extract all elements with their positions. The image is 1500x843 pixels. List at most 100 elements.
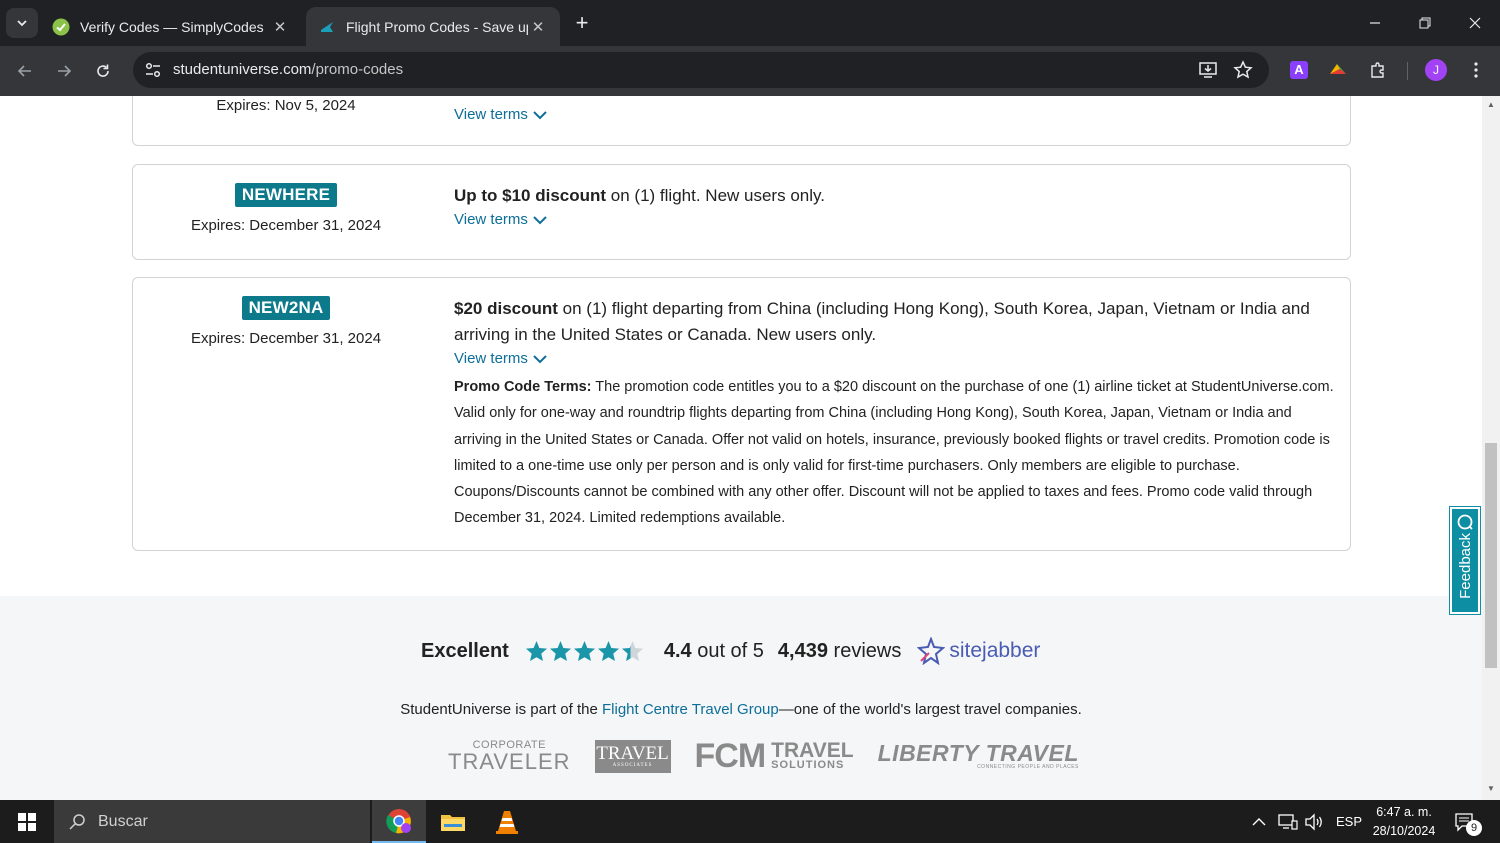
extension-a-icon[interactable]: A — [1288, 59, 1310, 81]
tab-title: Flight Promo Codes - Save up to — [346, 18, 528, 35]
tray-overflow-button[interactable] — [1252, 800, 1266, 843]
install-app-icon[interactable] — [1198, 60, 1218, 80]
close-tab-icon[interactable]: ✕ — [528, 18, 548, 36]
more-vertical-icon — [1474, 62, 1478, 78]
promo-terms: Promo Code Terms: The promotion code ent… — [454, 374, 1339, 532]
close-tab-icon[interactable]: ✕ — [270, 18, 290, 36]
chevron-down-icon — [17, 20, 27, 27]
rating-star-icon — [525, 640, 547, 662]
view-terms-link[interactable]: View terms — [454, 211, 547, 228]
feedback-button[interactable]: Feedback — [1450, 507, 1480, 614]
close-icon — [1469, 17, 1481, 29]
address-bar[interactable]: studentuniverse.com/promo-codes — [133, 52, 1269, 88]
chevron-up-icon — [1252, 817, 1266, 825]
rating-star-icon — [621, 640, 643, 662]
clock-time: 6:47 a. m. — [1376, 805, 1432, 819]
profile-avatar[interactable]: J — [1425, 59, 1447, 81]
view-terms-link[interactable]: View terms — [454, 106, 547, 123]
feedback-label: Feedback — [1456, 533, 1474, 599]
language-indicator[interactable]: ESP — [1336, 800, 1362, 843]
group-prefix: StudentUniverse is part of the — [400, 701, 602, 718]
clock-date: 28/10/2024 — [1372, 824, 1436, 838]
extensions-button[interactable] — [1367, 59, 1389, 81]
arrow-left-icon — [17, 65, 31, 77]
tab-studentuniverse[interactable]: Flight Promo Codes - Save up to ✕ — [306, 7, 560, 46]
bookmark-star-icon[interactable] — [1233, 60, 1253, 80]
network-icon — [1278, 813, 1298, 830]
windows-taskbar: Buscar ESP 6:47 a. m. 28/10/2024 9 — [0, 800, 1500, 843]
promo-card-newhere: NEWHERE Expires: December 31, 2024 Up to… — [132, 164, 1351, 260]
simplycodes-favicon-icon — [52, 18, 70, 36]
liberty-travel-logo: LIBERTY TRAVEL CONNECTING PEOPLE AND PLA… — [877, 740, 1079, 770]
taskbar-file-explorer[interactable] — [426, 800, 480, 843]
review-count-value: 4,439 — [777, 639, 828, 662]
vlc-cone-icon — [496, 810, 518, 834]
url-text: studentuniverse.com/promo-codes — [173, 61, 403, 78]
promo-code-column: Expires: Nov 5, 2024 — [133, 96, 439, 114]
page-viewport: Expires: Nov 5, 2024 View terms NEWHERE … — [0, 96, 1482, 800]
view-terms-link[interactable]: View terms — [454, 350, 547, 367]
review-count-suffix: reviews — [827, 639, 902, 662]
promo-code-badge[interactable]: NEW2NA — [241, 296, 331, 320]
promo-card-new2na: NEW2NA Expires: December 31, 2024 $20 di… — [132, 277, 1351, 551]
windows-logo-icon — [18, 812, 36, 831]
view-terms-label: View terms — [454, 350, 528, 367]
reload-icon — [97, 64, 109, 77]
footer-trust-section: Excellent 4.4 out of 5 4,439 reviews sit… — [0, 596, 1482, 800]
site-settings-icon[interactable] — [143, 60, 163, 80]
taskbar-search-box[interactable]: Buscar — [54, 800, 370, 843]
browser-tab-bar: Verify Codes — SimplyCodes ✕ Flight Prom… — [0, 0, 1500, 46]
notification-center-button[interactable]: 9 — [1454, 800, 1482, 843]
back-button[interactable] — [11, 57, 39, 85]
rating-score-suffix: out of 5 — [691, 639, 764, 662]
tab-search-button[interactable] — [6, 8, 38, 38]
travel-associates-logo: TRAVEL ASSOCIATES — [594, 739, 671, 773]
group-suffix: —one of the world's largest travel compa… — [778, 701, 1082, 718]
chrome-icon — [386, 808, 411, 833]
promo-code-badge[interactable]: NEWHERE — [234, 183, 338, 207]
sitejabber-rating[interactable]: Excellent 4.4 out of 5 4,439 reviews sit… — [421, 636, 1040, 666]
extension-colorful-icon[interactable] — [1327, 59, 1349, 81]
browser-menu-button[interactable] — [1465, 59, 1487, 81]
scrollbar-thumb[interactable] — [1485, 443, 1497, 668]
sitejabber-wordmark: sitejabber — [949, 639, 1041, 662]
promo-code-column: NEW2NA Expires: December 31, 2024 — [133, 296, 439, 347]
toolbar-divider — [1407, 62, 1408, 80]
minimize-icon — [1370, 22, 1380, 24]
studentuniverse-favicon-icon — [318, 18, 336, 36]
flight-centre-link[interactable]: Flight Centre Travel Group — [602, 701, 779, 718]
close-window-button[interactable] — [1450, 0, 1500, 46]
forward-button[interactable] — [50, 57, 78, 85]
promo-headline-rest: on (1) flight departing from China (incl… — [454, 299, 1310, 344]
chevron-down-icon — [533, 110, 547, 119]
taskbar-chrome[interactable] — [372, 800, 426, 843]
scroll-up-arrow-icon[interactable]: ▲ — [1486, 100, 1496, 110]
scroll-down-arrow-icon[interactable]: ▼ — [1486, 784, 1496, 794]
fcm-logo: FCM TRAVEL SOLUTIONS — [694, 736, 854, 775]
promo-description-column: Up to $10 discount on (1) flight. New us… — [454, 183, 1339, 229]
new-tab-button[interactable]: + — [568, 9, 596, 37]
view-terms-label: View terms — [454, 106, 528, 123]
review-count: 4,439 reviews — [778, 640, 901, 663]
rating-score: 4.4 out of 5 — [664, 640, 764, 663]
promo-headline-rest: on (1) flight. New users only. — [606, 186, 825, 205]
volume-tray-icon[interactable] — [1304, 800, 1324, 843]
promo-description-column: $20 discount on (1) flight departing fro… — [454, 296, 1339, 532]
page-scrollbar[interactable]: ▲ ▼ — [1482, 96, 1500, 800]
tab-simplycodes[interactable]: Verify Codes — SimplyCodes ✕ — [40, 7, 302, 46]
promo-headline-bold: $20 discount — [454, 299, 558, 318]
minimize-window-button[interactable] — [1350, 0, 1400, 46]
reload-button[interactable] — [89, 57, 117, 85]
extension-logo-icon — [1330, 64, 1346, 74]
taskbar-vlc[interactable] — [480, 800, 534, 843]
puzzle-icon — [1371, 62, 1384, 78]
promo-expires: Expires: December 31, 2024 — [190, 217, 382, 234]
taskbar-clock[interactable]: 6:47 a. m. 28/10/2024 — [1364, 803, 1444, 841]
promo-headline: $20 discount on (1) flight departing fro… — [454, 296, 1339, 348]
start-button[interactable] — [0, 800, 54, 843]
restore-window-button[interactable] — [1400, 0, 1450, 46]
search-icon — [69, 813, 85, 830]
network-tray-icon[interactable] — [1278, 800, 1298, 843]
rating-star-icon — [597, 640, 619, 662]
browser-toolbar: studentuniverse.com/promo-codes A J — [0, 46, 1500, 96]
